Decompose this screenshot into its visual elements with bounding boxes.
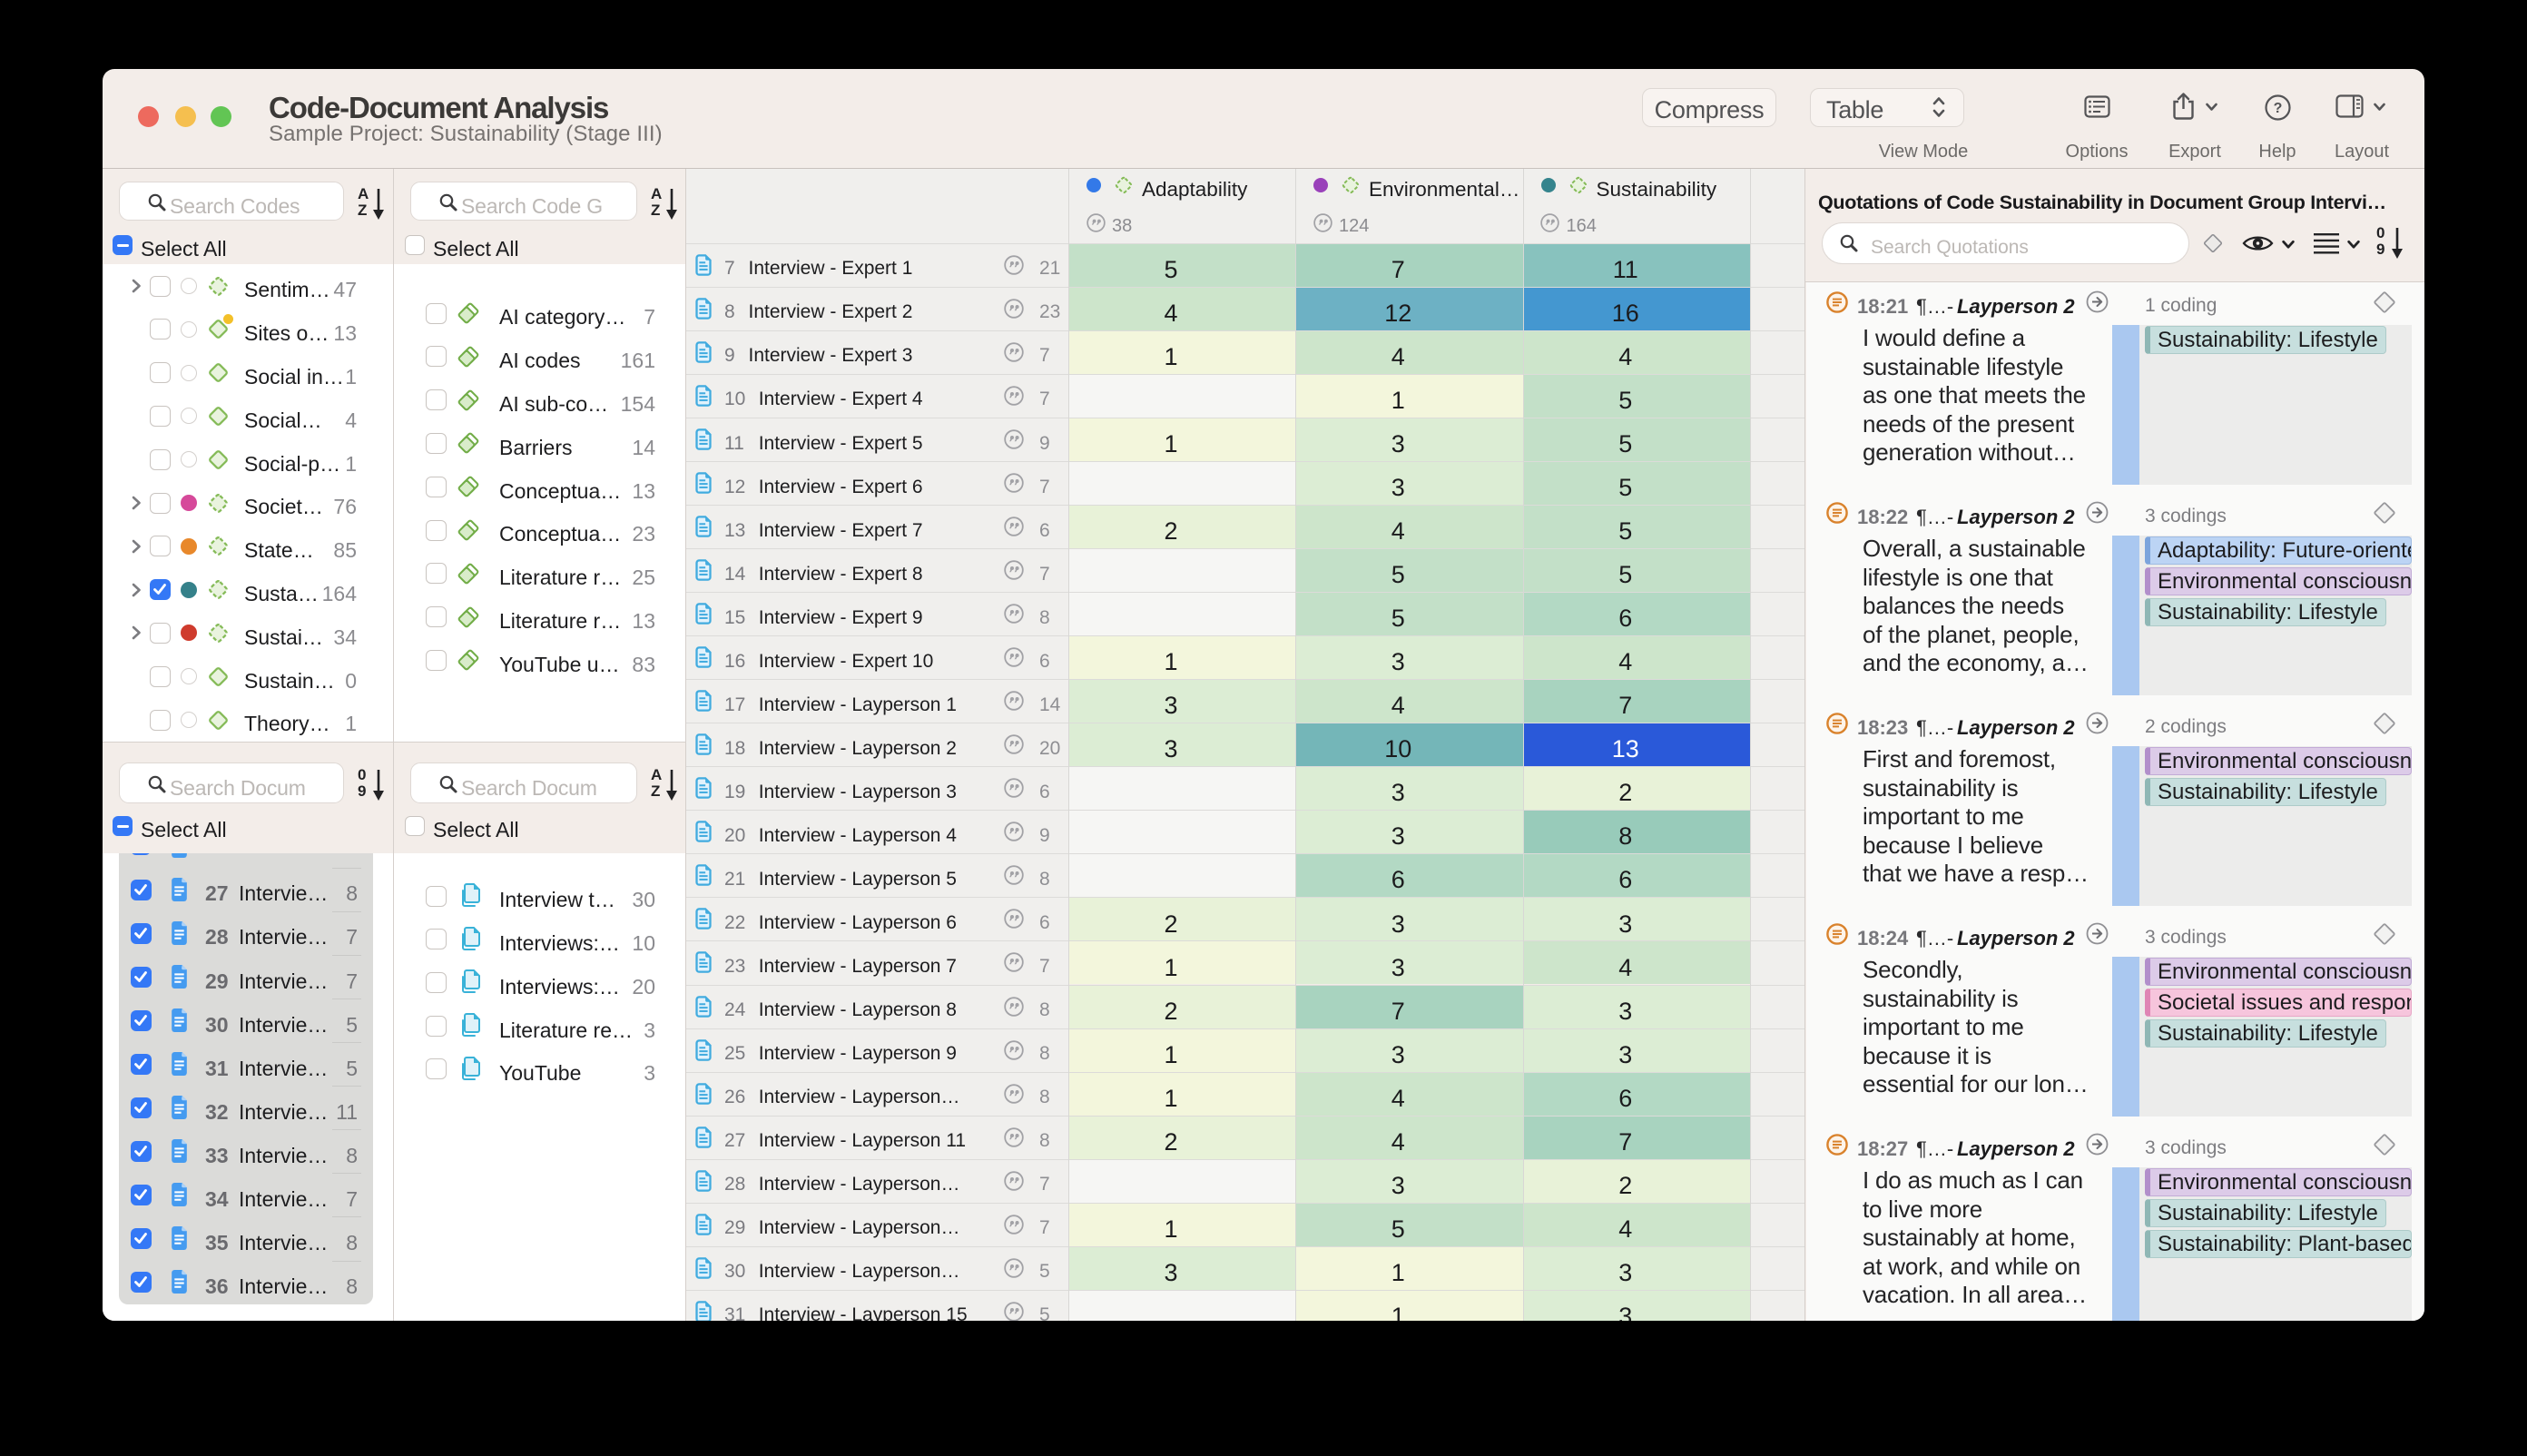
svg-text:?: ? bbox=[2274, 101, 2283, 116]
